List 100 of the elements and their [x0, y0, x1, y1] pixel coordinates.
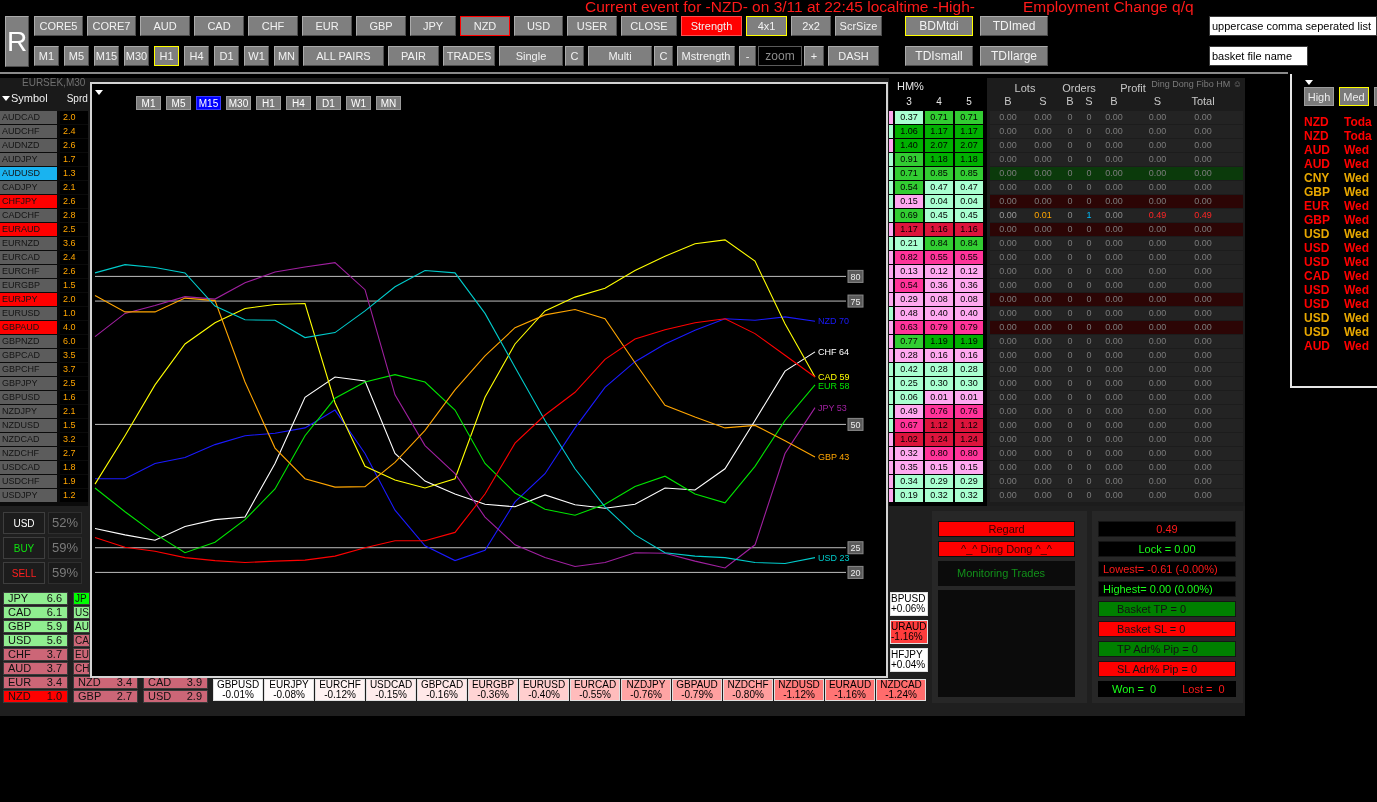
- symbol-button[interactable]: GBPCAD: [0, 349, 57, 362]
- symbol-button[interactable]: CHFJPY: [0, 195, 57, 208]
- timeframe-button[interactable]: D1: [214, 46, 239, 66]
- pair-tile[interactable]: NZDUSD -1.12%: [774, 679, 824, 701]
- take-profit-button[interactable]: TP Adr% Pip = 0: [1098, 641, 1236, 657]
- timeframe-button[interactable]: H4: [184, 46, 209, 66]
- pair-tile[interactable]: EURCHF -0.12%: [315, 679, 365, 701]
- toolbar-button[interactable]: TDImed: [980, 16, 1048, 36]
- pair-tile[interactable]: HFJPY +0.04%: [890, 648, 928, 672]
- symbol-button[interactable]: GBPNZD: [0, 335, 57, 348]
- toolbar-button[interactable]: DASH: [828, 46, 879, 66]
- pair-tile[interactable]: NZDJPY -0.76%: [621, 679, 671, 701]
- toolbar-button[interactable]: USD: [514, 16, 563, 36]
- stop-loss-button[interactable]: Basket SL = 0: [1098, 621, 1236, 637]
- timeframe-button[interactable]: M30: [226, 96, 251, 110]
- timeframe-button[interactable]: H1: [256, 96, 281, 110]
- toolbar-button[interactable]: AUD: [140, 16, 190, 36]
- symbol-button[interactable]: AUDCHF: [0, 125, 57, 138]
- pair-tile[interactable]: EURGBP -0.36%: [468, 679, 518, 701]
- toolbar-button[interactable]: CLOSE: [621, 16, 677, 36]
- symbol-button[interactable]: EURCHF: [0, 265, 57, 278]
- toolbar-button[interactable]: Strength: [681, 16, 742, 36]
- symbol-button[interactable]: NZDUSD: [0, 419, 57, 432]
- symbol-button[interactable]: USDCHF: [0, 475, 57, 488]
- pair-tile[interactable]: GBPUSD -0.01%: [213, 679, 263, 701]
- toolbar-button[interactable]: 4x1: [746, 16, 787, 36]
- timeframe-button[interactable]: M15: [196, 96, 221, 110]
- symbol-button[interactable]: USDCAD: [0, 461, 57, 474]
- pair-tile[interactable]: GBPCAD -0.16%: [417, 679, 467, 701]
- toolbar-button[interactable]: USER: [567, 16, 617, 36]
- stop-loss-button[interactable]: SL Adr% Pip = 0: [1098, 661, 1236, 677]
- timeframe-button[interactable]: M1: [34, 46, 59, 66]
- toolbar-button[interactable]: Mstrength: [677, 46, 735, 66]
- toolbar-button[interactable]: CAD: [194, 16, 244, 36]
- pair-tile[interactable]: URAUD -1.16%: [890, 620, 928, 644]
- toolbar-button[interactable]: C: [565, 46, 584, 66]
- pair-tile[interactable]: NZDCHF -0.80%: [723, 679, 773, 701]
- pair-tile[interactable]: BPUSD +0.06%: [890, 592, 928, 616]
- caret-icon[interactable]: [1305, 80, 1313, 85]
- symbol-button[interactable]: CADJPY: [0, 181, 57, 194]
- timeframe-button[interactable]: M5: [64, 46, 89, 66]
- alert-button[interactable]: ^_^ Ding Dong ^_^: [938, 541, 1075, 557]
- toolbar-button[interactable]: TDIlarge: [980, 46, 1048, 66]
- symbol-button[interactable]: EURCAD: [0, 251, 57, 264]
- timeframe-button[interactable]: D1: [316, 96, 341, 110]
- toolbar-button[interactable]: CORE7: [87, 16, 136, 36]
- timeframe-button[interactable]: M30: [124, 46, 149, 66]
- symbol-button[interactable]: GBPUSD: [0, 391, 57, 404]
- timeframe-button[interactable]: MN: [274, 46, 299, 66]
- timeframe-button[interactable]: W1: [244, 46, 269, 66]
- toolbar-button[interactable]: JPY: [410, 16, 456, 36]
- toolbar-button[interactable]: NZD: [460, 16, 510, 36]
- pair-tile[interactable]: EURAUD -1.16%: [825, 679, 875, 701]
- caret-icon[interactable]: [95, 90, 103, 95]
- symbol-button[interactable]: EURNZD: [0, 237, 57, 250]
- timeframe-button[interactable]: H4: [286, 96, 311, 110]
- symbol-button[interactable]: EURAUD: [0, 223, 57, 236]
- toolbar-button[interactable]: ALL PAIRS: [303, 46, 384, 66]
- symbol-button[interactable]: NZDCHF: [0, 447, 57, 460]
- take-profit-button[interactable]: Basket TP = 0: [1098, 601, 1236, 617]
- symbol-button[interactable]: NZDCAD: [0, 433, 57, 446]
- timeframe-button[interactable]: M5: [166, 96, 191, 110]
- toolbar-button[interactable]: R: [5, 16, 29, 67]
- toolbar-button[interactable]: GBP: [356, 16, 406, 36]
- symbol-button[interactable]: CADCHF: [0, 209, 57, 222]
- pair-tile[interactable]: NZDCAD -1.24%: [876, 679, 926, 701]
- currency-button[interactable]: USD: [3, 512, 45, 534]
- zoom-out-button[interactable]: -: [739, 46, 756, 66]
- symbol-button[interactable]: EURGBP: [0, 279, 57, 292]
- zoom-in-button[interactable]: +: [804, 46, 824, 66]
- caret-icon[interactable]: [2, 95, 10, 101]
- pair-tile[interactable]: USDCAD -0.15%: [366, 679, 416, 701]
- timeframe-button[interactable]: H1: [154, 46, 179, 66]
- timeframe-button[interactable]: M15: [94, 46, 119, 66]
- toolbar-button[interactable]: C: [654, 46, 673, 66]
- symbol-button[interactable]: EURJPY: [0, 293, 57, 306]
- toolbar-button[interactable]: TRADES: [443, 46, 495, 66]
- pair-tile[interactable]: EURJPY -0.08%: [264, 679, 314, 701]
- text-field[interactable]: uppercase comma seperated list: [1209, 16, 1377, 36]
- toolbar-button[interactable]: CHF: [248, 16, 298, 36]
- text-field[interactable]: basket file name: [1209, 46, 1308, 66]
- pair-tile[interactable]: EURUSD -0.40%: [519, 679, 569, 701]
- toolbar-button[interactable]: CORE5: [34, 16, 83, 36]
- symbol-button[interactable]: AUDCAD: [0, 111, 57, 124]
- symbol-button[interactable]: USDJPY: [0, 489, 57, 502]
- symbol-button[interactable]: NZDJPY: [0, 405, 57, 418]
- zoom-field[interactable]: zoom: [758, 46, 802, 66]
- toolbar-button[interactable]: 2x2: [791, 16, 831, 36]
- symbol-button[interactable]: GBPCHF: [0, 363, 57, 376]
- sell-button[interactable]: SELL: [3, 562, 45, 584]
- toolbar-button[interactable]: Single: [499, 46, 563, 66]
- symbol-button[interactable]: AUDNZD: [0, 139, 57, 152]
- filter-button[interactable]: Med: [1339, 87, 1369, 106]
- pair-tile[interactable]: EURCAD -0.55%: [570, 679, 620, 701]
- symbol-button[interactable]: AUDUSD: [0, 167, 57, 180]
- symbol-button[interactable]: GBPAUD: [0, 321, 57, 334]
- timeframe-button[interactable]: W1: [346, 96, 371, 110]
- filter-button[interactable]: High: [1304, 87, 1334, 106]
- toolbar-button[interactable]: PAIR: [388, 46, 439, 66]
- symbol-button[interactable]: AUDJPY: [0, 153, 57, 166]
